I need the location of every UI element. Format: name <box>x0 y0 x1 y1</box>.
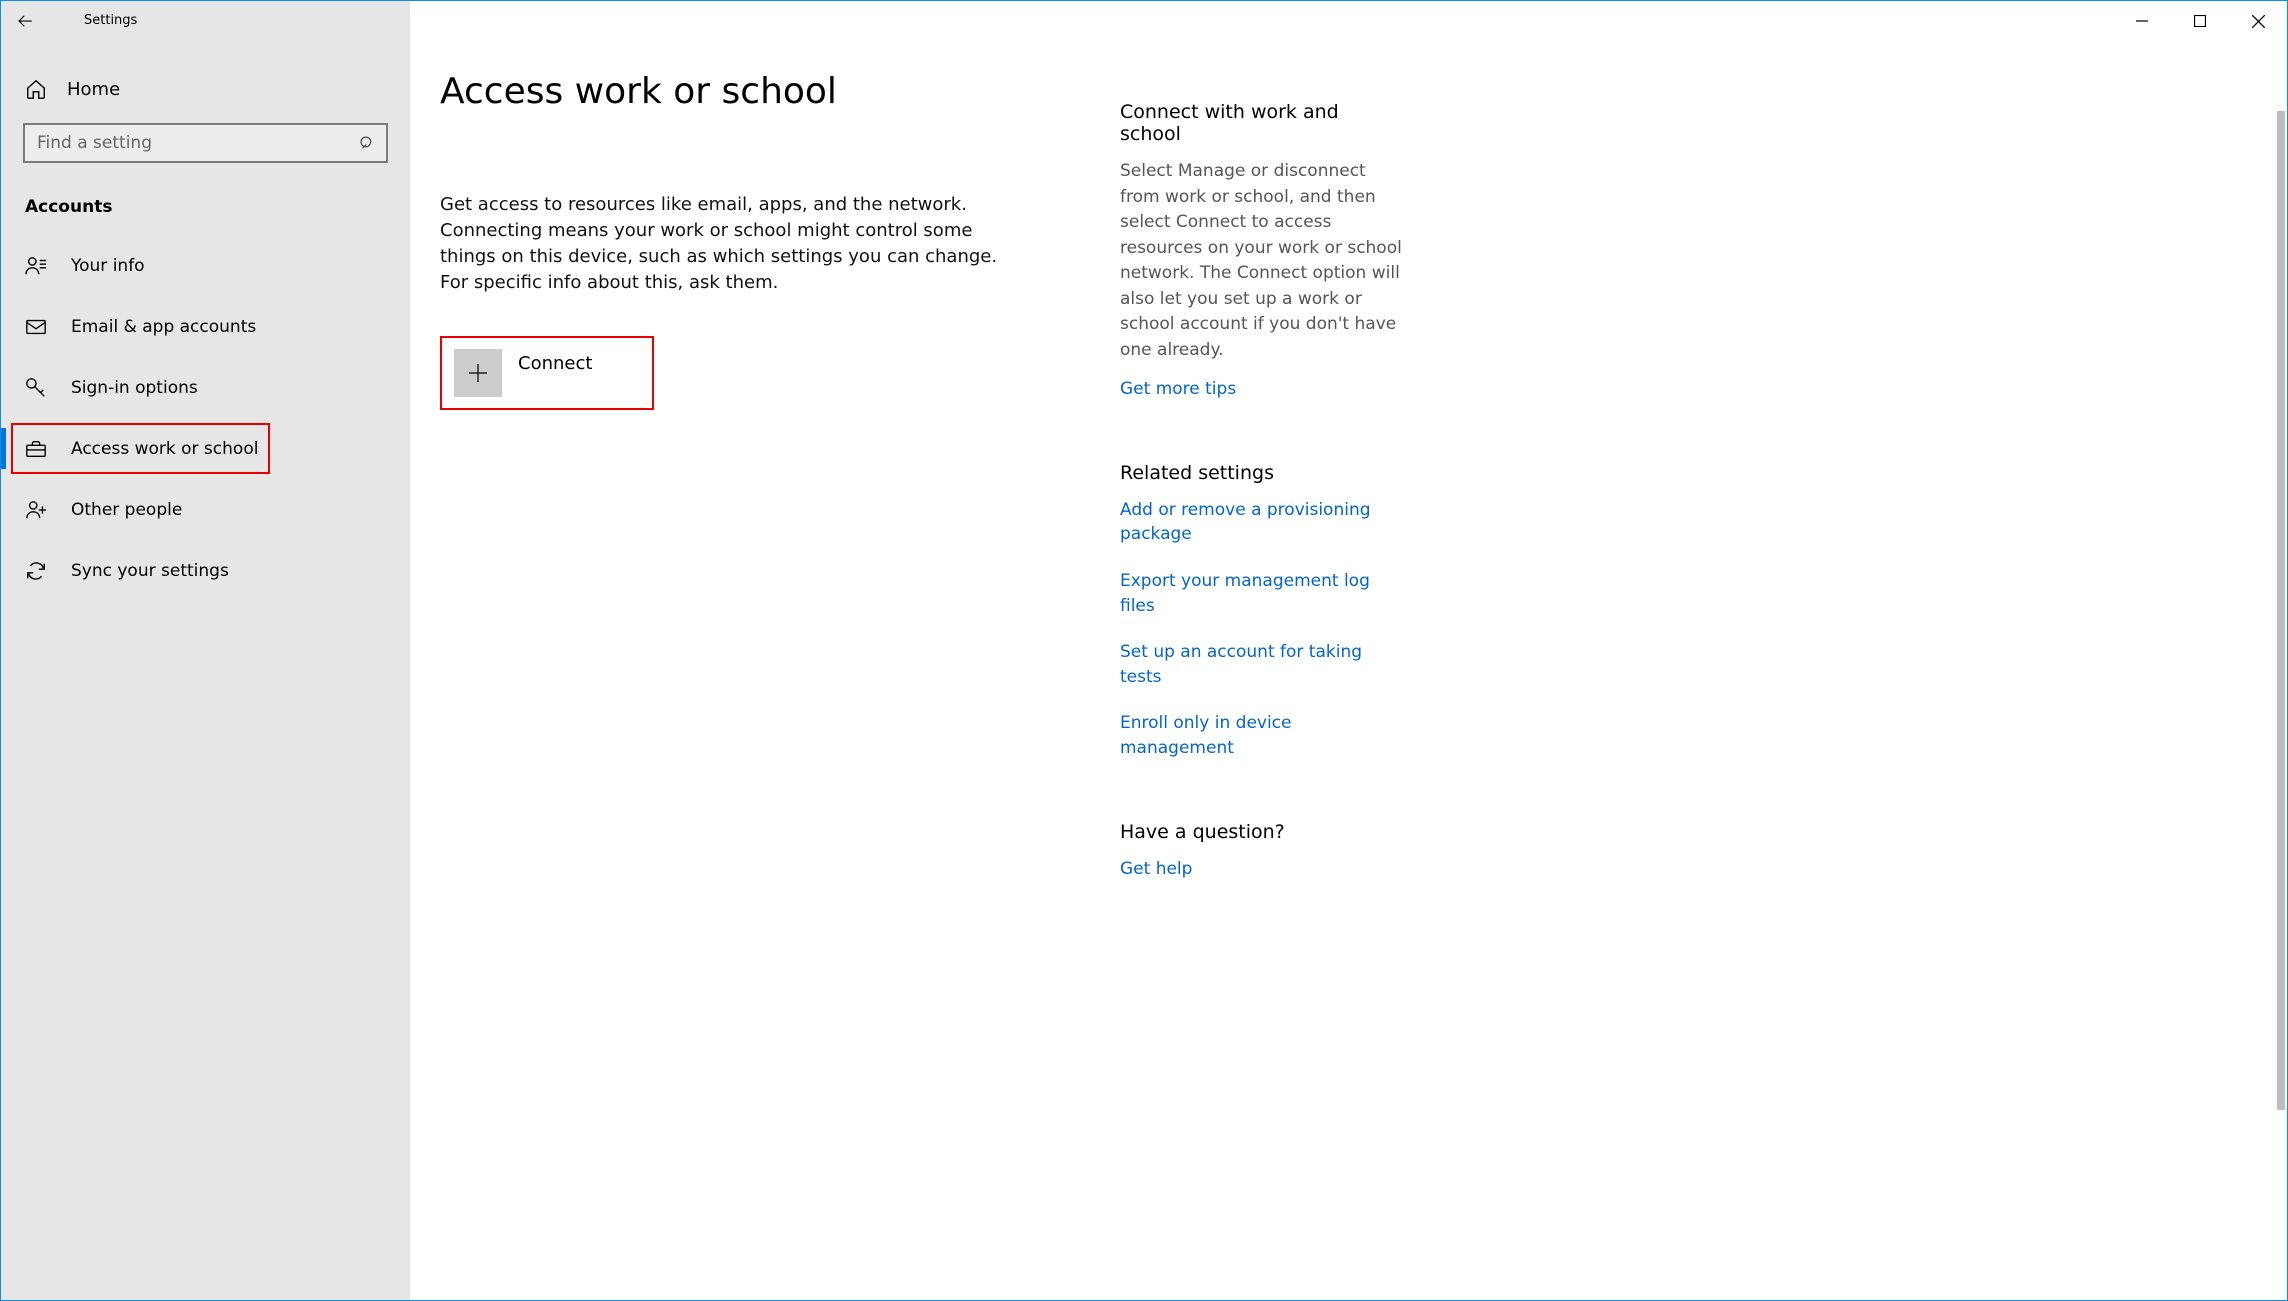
sidebar-item-sync-settings[interactable]: Sync your settings <box>23 540 388 601</box>
right-column: Connect with work and school Select Mana… <box>1120 101 1425 941</box>
sidebar-item-access-work-school[interactable]: Access work or school <box>23 418 388 479</box>
scrollbar-thumb[interactable] <box>2277 111 2285 1110</box>
sidebar-item-label: Sign-in options <box>71 378 198 398</box>
minimize-button[interactable] <box>2113 1 2171 41</box>
sidebar-home[interactable]: Home <box>23 63 388 115</box>
sidebar-nav: Your info Email & app accounts Sign-in o… <box>23 235 388 601</box>
sidebar: Home Accounts Your info <box>1 41 410 1300</box>
maximize-button[interactable] <box>2171 1 2229 41</box>
people-icon <box>25 499 47 521</box>
main-column: Access work or school Get access to reso… <box>440 71 1080 1300</box>
link-provisioning-package[interactable]: Add or remove a provisioning package <box>1120 498 1405 547</box>
sidebar-item-other-people[interactable]: Other people <box>23 479 388 540</box>
sidebar-item-your-info[interactable]: Your info <box>23 235 388 296</box>
link-setup-test-account[interactable]: Set up an account for taking tests <box>1120 640 1405 689</box>
plus-tile <box>454 349 502 397</box>
close-icon <box>2252 15 2265 28</box>
settings-window: Settings Home <box>1 1 2287 1300</box>
sidebar-home-label: Home <box>67 79 120 100</box>
titlebar-left: Settings <box>1 1 410 41</box>
mail-icon <box>25 316 47 338</box>
sidebar-item-label: Other people <box>71 500 182 520</box>
close-button[interactable] <box>2229 1 2287 41</box>
link-get-more-tips[interactable]: Get more tips <box>1120 377 1405 402</box>
content-area: Access work or school Get access to reso… <box>410 41 2287 1300</box>
sidebar-item-label: Access work or school <box>71 439 258 459</box>
back-button[interactable] <box>1 1 49 41</box>
sync-icon <box>25 560 47 582</box>
scrollbar[interactable] <box>2275 111 2287 1300</box>
page-title: Access work or school <box>440 71 1080 112</box>
right-section-connect: Connect with work and school Select Mana… <box>1120 101 1405 402</box>
briefcase-icon <box>25 438 47 460</box>
connect-label: Connect <box>518 353 592 374</box>
right-section-question: Have a question? Get help <box>1120 821 1405 882</box>
search-input[interactable] <box>23 123 388 163</box>
body: Home Accounts Your info <box>1 41 2287 1300</box>
right-section-related: Related settings Add or remove a provisi… <box>1120 462 1405 761</box>
right-body-connect: Select Manage or disconnect from work or… <box>1120 159 1405 363</box>
sidebar-item-sign-in-options[interactable]: Sign-in options <box>23 357 388 418</box>
right-heading-connect: Connect with work and school <box>1120 101 1405 145</box>
titlebar: Settings <box>1 1 2287 41</box>
titlebar-right <box>410 1 2287 41</box>
sidebar-section-title: Accounts <box>23 197 388 217</box>
sidebar-item-email-accounts[interactable]: Email & app accounts <box>23 296 388 357</box>
back-arrow-icon <box>16 12 34 30</box>
sidebar-item-label: Your info <box>71 256 145 276</box>
home-icon <box>25 78 47 100</box>
window-controls <box>2113 1 2287 41</box>
plus-icon <box>466 361 490 385</box>
right-heading-question: Have a question? <box>1120 821 1405 843</box>
app-title: Settings <box>49 1 137 41</box>
key-icon <box>25 377 47 399</box>
right-heading-related: Related settings <box>1120 462 1405 484</box>
user-info-icon <box>25 255 47 277</box>
connect-button[interactable]: Connect <box>440 336 654 410</box>
link-enroll-device-mgmt[interactable]: Enroll only in device management <box>1120 711 1405 760</box>
page-description: Get access to resources like email, apps… <box>440 192 1000 296</box>
maximize-icon <box>2194 15 2206 27</box>
link-get-help[interactable]: Get help <box>1120 857 1405 882</box>
sidebar-item-label: Sync your settings <box>71 561 229 581</box>
search-wrap <box>23 123 388 163</box>
link-export-logs[interactable]: Export your management log files <box>1120 569 1405 618</box>
minimize-icon <box>2136 15 2148 27</box>
sidebar-item-label: Email & app accounts <box>71 317 256 337</box>
